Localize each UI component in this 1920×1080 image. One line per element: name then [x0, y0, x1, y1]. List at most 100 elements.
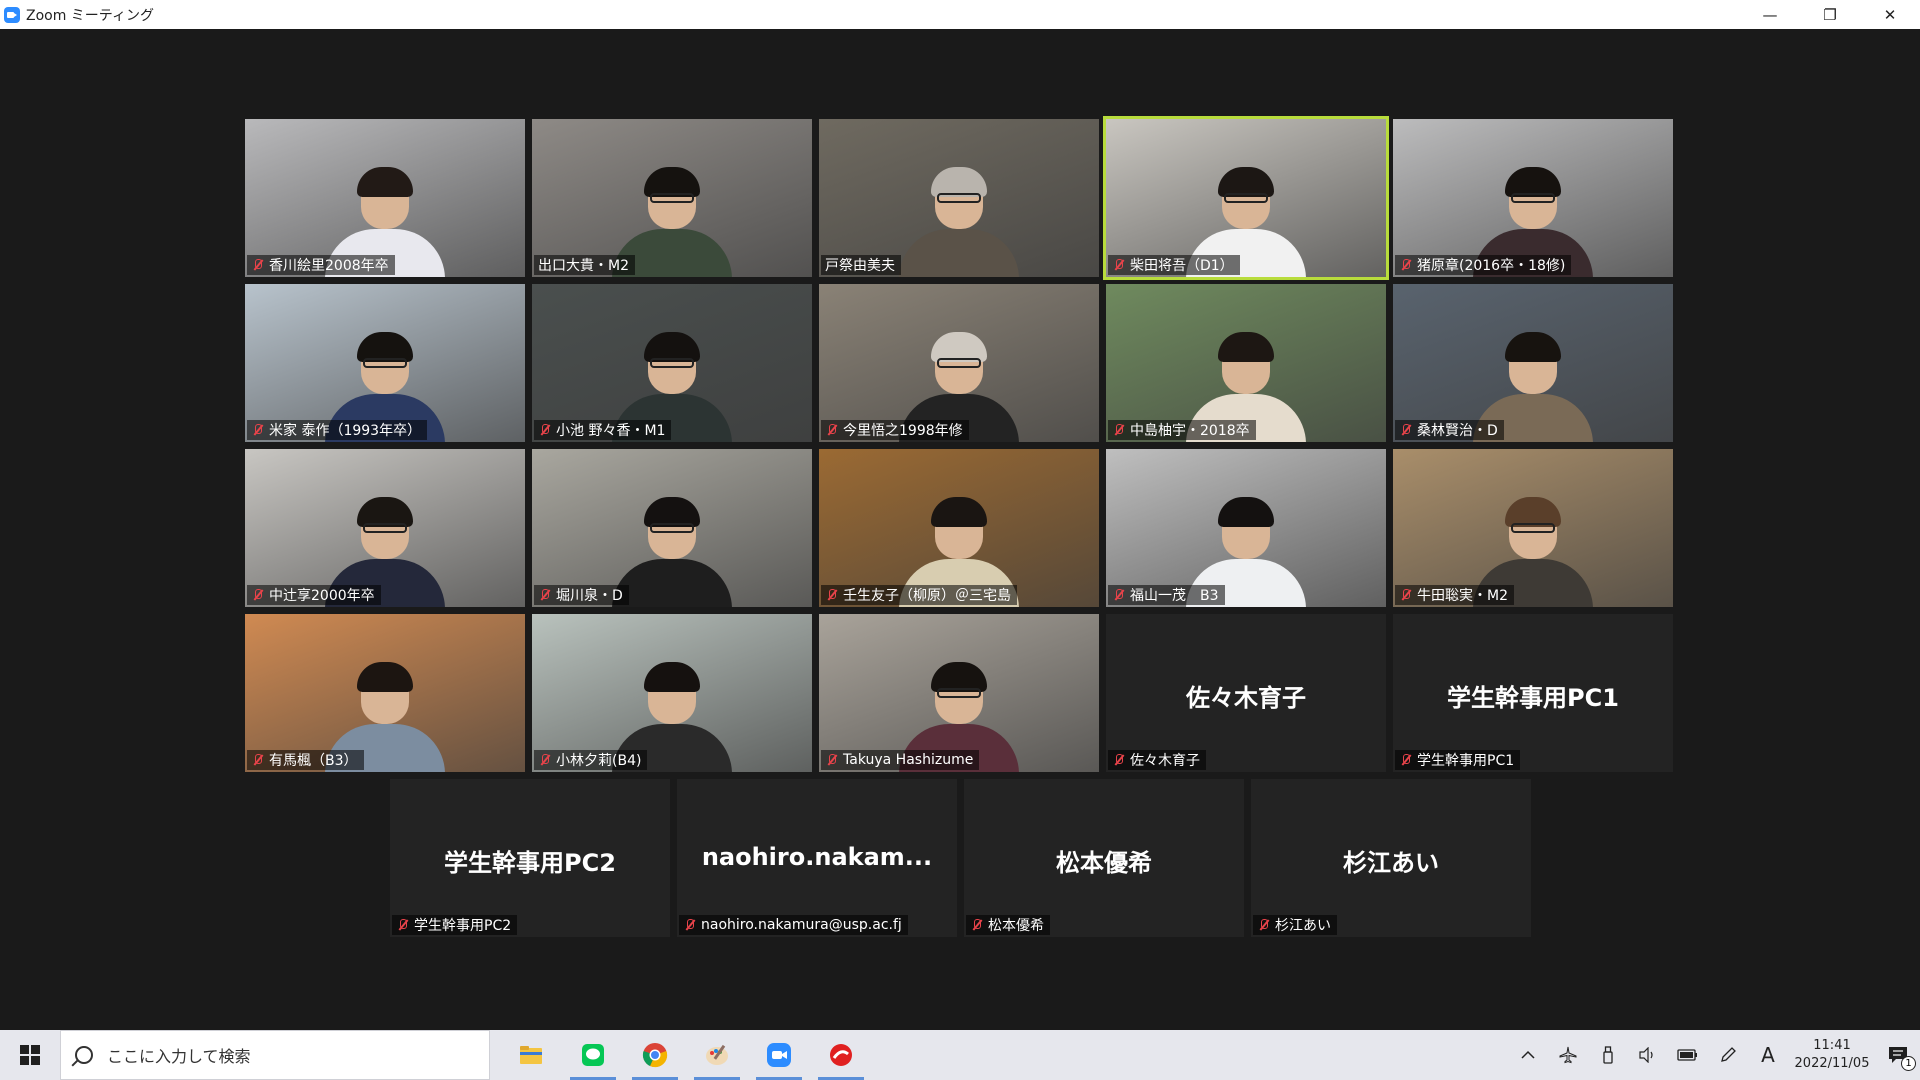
participant-name-tag: 堀川泉・D: [534, 585, 629, 605]
participant-tile[interactable]: 香川絵里2008年卒: [245, 119, 525, 277]
participant-display-name: naohiro.nakam...: [701, 843, 933, 871]
participant-name: Takuya Hashizume: [843, 752, 974, 768]
usb-drive-icon[interactable]: [1588, 1030, 1628, 1080]
mic-muted-icon: [538, 588, 552, 602]
participant-tile[interactable]: 小林夕莉(B4): [532, 614, 812, 772]
participant-tile[interactable]: 佐々木育子 佐々木育子: [1106, 614, 1386, 772]
airplane-icon[interactable]: [1548, 1030, 1588, 1080]
participant-tile[interactable]: 出口大貴・M2: [532, 119, 812, 277]
participant-tile[interactable]: 中島柚宇・2018卒: [1106, 284, 1386, 442]
mic-muted-icon: [1399, 423, 1413, 437]
participant-tile[interactable]: 壬生友子（柳原）＠三宅島: [819, 449, 1099, 607]
windows-taskbar: ここに入力して検索 A 11:41 2022/11/05 1: [0, 1030, 1920, 1080]
participant-name: naohiro.nakamura@usp.ac.fj: [701, 917, 902, 933]
chevron-up-icon[interactable]: [1508, 1030, 1548, 1080]
mic-muted-icon: [1399, 588, 1413, 602]
mic-muted-icon: [825, 588, 839, 602]
mic-muted-icon: [251, 423, 265, 437]
mic-muted-icon: [970, 918, 984, 932]
participant-name-tag: 出口大貴・M2: [534, 255, 635, 275]
participant-name: 中島柚宇・2018卒: [1130, 423, 1250, 439]
app-red-icon[interactable]: [810, 1030, 872, 1080]
participant-tile[interactable]: 堀川泉・D: [532, 449, 812, 607]
participant-name-tag: 壬生友子（柳原）＠三宅島: [821, 585, 1017, 605]
mic-muted-icon: [1399, 258, 1413, 272]
pen-icon[interactable]: [1708, 1030, 1748, 1080]
participant-tile[interactable]: 桑林賢治・D: [1393, 284, 1673, 442]
search-placeholder: ここに入力して検索: [107, 1047, 251, 1066]
participant-tile[interactable]: 有馬楓（B3）: [245, 614, 525, 772]
participant-tile[interactable]: 今里悟之1998年修: [819, 284, 1099, 442]
battery-icon[interactable]: [1668, 1030, 1708, 1080]
volume-icon[interactable]: [1628, 1030, 1668, 1080]
participant-tile[interactable]: 中辻享2000年卒: [245, 449, 525, 607]
mic-muted-icon: [538, 423, 552, 437]
participant-tile[interactable]: 福山一茂 B3: [1106, 449, 1386, 607]
participant-name: 学生幹事用PC2: [414, 918, 512, 934]
participant-tile[interactable]: Takuya Hashizume: [819, 614, 1099, 772]
participant-display-name: 杉江あい: [1343, 849, 1439, 877]
search-icon: [75, 1046, 93, 1064]
participant-display-name: 松本優希: [1056, 849, 1152, 877]
system-tray: A 11:41 2022/11/05 1: [1508, 1030, 1920, 1080]
participant-video: [899, 167, 1019, 277]
participant-display-name: 学生幹事用PC1: [1447, 684, 1619, 712]
mic-muted-icon: [1112, 423, 1126, 437]
participant-name: 福山一茂 B3: [1130, 588, 1219, 604]
participant-tile[interactable]: 杉江あい 杉江あい: [1251, 779, 1531, 937]
participant-tile[interactable]: 松本優希 松本優希: [964, 779, 1244, 937]
participant-tile[interactable]: 柴田将吾（D1）: [1103, 116, 1389, 280]
participant-name-tag: 小池 野々香・M1: [534, 420, 672, 440]
participant-display-name: 佐々木育子: [1186, 684, 1306, 712]
line-icon[interactable]: [562, 1030, 624, 1080]
participant-name: 出口大貴・M2: [538, 258, 629, 274]
participant-tile[interactable]: 米家 泰作（1993年卒）: [245, 284, 525, 442]
participant-name: 杉江あい: [1275, 918, 1331, 934]
taskbar-search-box[interactable]: ここに入力して検索: [60, 1030, 490, 1080]
start-button[interactable]: [0, 1030, 60, 1080]
participant-tile[interactable]: 猪原章(2016卒・18修): [1393, 119, 1673, 277]
participant-name: 猪原章(2016卒・18修): [1417, 258, 1566, 274]
participant-name: 学生幹事用PC1: [1417, 753, 1515, 769]
participant-name-tag: 学生幹事用PC2: [392, 915, 518, 935]
zoom-icon[interactable]: [748, 1030, 810, 1080]
gallery-view: 香川絵里2008年卒 出口大貴・M2 戸祭由美夫 柴田将吾（D1） 猪原章(2016卒・…: [0, 29, 1920, 1030]
clock-time: 11:41: [1813, 1038, 1851, 1053]
participant-name-tag: 学生幹事用PC1: [1395, 750, 1521, 770]
mic-muted-icon: [251, 753, 265, 767]
window-titlebar: Zoom ミーティング — ❐ ✕: [0, 0, 1920, 29]
participant-tile[interactable]: naohiro.nakam... naohiro.nakamura@usp.ac.…: [677, 779, 957, 937]
mic-muted-icon: [538, 753, 552, 767]
participant-tile[interactable]: 牛田聡実・M2: [1393, 449, 1673, 607]
paint-icon[interactable]: [686, 1030, 748, 1080]
restore-button[interactable]: ❐: [1800, 0, 1860, 29]
file-explorer-icon[interactable]: [500, 1030, 562, 1080]
participant-tile[interactable]: 戸祭由美夫: [819, 119, 1099, 277]
participant-tile[interactable]: 小池 野々香・M1: [532, 284, 812, 442]
participant-name: 松本優希: [988, 918, 1044, 934]
participant-tile[interactable]: 学生幹事用PC1 学生幹事用PC1: [1393, 614, 1673, 772]
mic-muted-icon: [1112, 588, 1126, 602]
participant-name-tag: Takuya Hashizume: [821, 750, 980, 770]
participant-name-tag: 戸祭由美夫: [821, 255, 901, 275]
participant-name-tag: 中辻享2000年卒: [247, 585, 381, 605]
participant-name: 小池 野々香・M1: [556, 423, 666, 439]
ime-indicator[interactable]: A: [1748, 1030, 1788, 1080]
close-button[interactable]: ✕: [1860, 0, 1920, 29]
participant-name-tag: 松本優希: [966, 915, 1050, 935]
chrome-icon[interactable]: [624, 1030, 686, 1080]
participant-tile[interactable]: 学生幹事用PC2 学生幹事用PC2: [390, 779, 670, 937]
participant-name: 壬生友子（柳原）＠三宅島: [843, 588, 1011, 604]
participant-name-tag: 柴田将吾（D1）: [1108, 255, 1240, 275]
participant-name-tag: 杉江あい: [1253, 915, 1337, 935]
mic-muted-icon: [251, 258, 265, 272]
participant-name: 米家 泰作（1993年卒）: [269, 423, 422, 439]
participant-name: 柴田将吾（D1）: [1130, 258, 1234, 274]
notification-count: 1: [1901, 1056, 1916, 1071]
minimize-button[interactable]: —: [1740, 0, 1800, 29]
notification-center-button[interactable]: 1: [1876, 1030, 1920, 1080]
mic-muted-icon: [396, 918, 410, 932]
participant-name: 佐々木育子: [1130, 753, 1200, 769]
clock[interactable]: 11:41 2022/11/05: [1788, 1037, 1876, 1073]
zoom-app-icon: [4, 6, 20, 23]
